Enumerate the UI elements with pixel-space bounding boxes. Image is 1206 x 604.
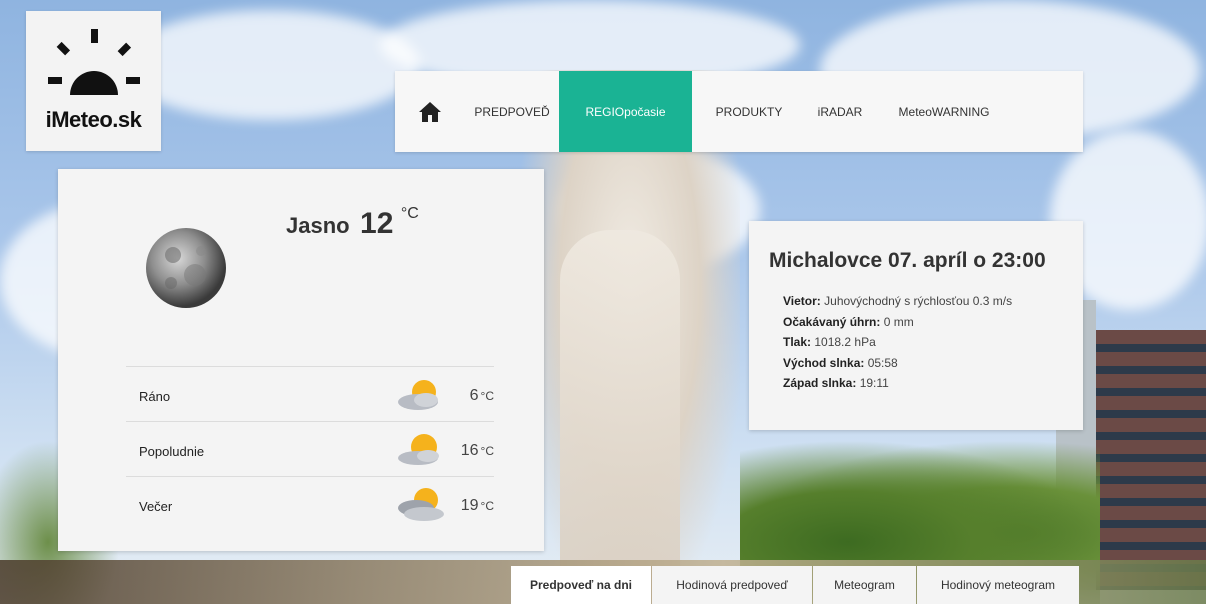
period-row-afternoon: Popoludnie 16 °C xyxy=(126,421,494,476)
period-temp-unit: °C xyxy=(480,389,494,403)
current-temp-unit: °C xyxy=(400,205,419,222)
period-temp-unit: °C xyxy=(480,499,494,513)
period-row-morning: Ráno 6 °C xyxy=(126,366,494,421)
period-temp: 6 xyxy=(469,387,479,404)
moon-icon xyxy=(146,228,226,308)
nav-predpoved[interactable]: PREDPOVEĎ xyxy=(465,71,559,152)
tab-hodinova-predpoved[interactable]: Hodinová predpoveď xyxy=(652,566,812,604)
site-logo[interactable]: iMeteo.sk xyxy=(26,11,161,151)
period-temp-wrap: 16 °C xyxy=(461,442,494,460)
period-temp-unit: °C xyxy=(480,444,494,458)
info-details: Vietor: Juhovýchodný s rýchlosťou 0.3 m/… xyxy=(783,291,1012,394)
rain-label: Očakávaný úhrn: xyxy=(783,314,881,329)
logo-text: iMeteo.sk xyxy=(45,107,142,132)
tab-predpoved-na-dni[interactable]: Predpoveď na dni xyxy=(511,566,651,604)
wind-value: Juhovýchodný s rýchlosťou 0.3 m/s xyxy=(824,294,1013,308)
nav-produkty[interactable]: PRODUKTY xyxy=(692,71,806,152)
period-temp: 16 xyxy=(460,442,479,459)
tab-hodinovy-meteogram[interactable]: Hodinový meteogram xyxy=(917,566,1079,604)
period-list: Ráno 6 °C Popoludnie 16 °C Večer 19 °C xyxy=(126,366,494,531)
sunset-label: Západ slnka: xyxy=(783,376,857,390)
sunrise-label: Východ slnka: xyxy=(783,355,865,370)
period-row-evening: Večer 19 °C xyxy=(126,476,494,531)
period-temp-wrap: 19 °C xyxy=(461,497,494,515)
sun-logo-icon xyxy=(48,29,140,95)
location-title: Michalovce 07. apríl o 23:00 xyxy=(769,249,1046,272)
location-info-card: Michalovce 07. apríl o 23:00 Vietor: Juh… xyxy=(749,221,1083,430)
tab-meteogram[interactable]: Meteogram xyxy=(813,566,916,604)
period-temp: 19 xyxy=(460,497,479,514)
pressure-line: Tlak: 1018.2 hPa xyxy=(783,332,1012,353)
nav-meteowarning[interactable]: MeteoWARNING xyxy=(874,71,1014,152)
current-temp: 12 xyxy=(360,207,394,240)
forecast-tabs: Predpoveď na dni Hodinová predpoveď Mete… xyxy=(511,566,1079,604)
wind-line: Vietor: Juhovýchodný s rýchlosťou 0.3 m/… xyxy=(783,291,1012,312)
home-icon xyxy=(419,101,441,122)
period-label: Ráno xyxy=(139,389,171,404)
home-button[interactable] xyxy=(395,71,465,152)
condition-text: Jasno xyxy=(286,213,350,238)
sunrise-line: Východ slnka: 05:58 xyxy=(783,353,1012,374)
pressure-value: 1018.2 hPa xyxy=(814,335,876,349)
sunset-value: 19:11 xyxy=(859,376,889,390)
nav-regiopocasie[interactable]: REGIOpočasie xyxy=(559,71,692,152)
period-temp-wrap: 6 °C xyxy=(470,387,494,405)
nav-iradar[interactable]: iRADAR xyxy=(806,71,874,152)
current-weather-card: Jasno 12 °C Ráno 6 °C Popoludnie 16 °C Več… xyxy=(58,169,544,551)
wind-label: Vietor: xyxy=(783,294,821,308)
sunset-line: Západ slnka: 19:11 xyxy=(783,373,1012,394)
sunrise-value: 05:58 xyxy=(867,355,898,370)
partly-cloudy-icon xyxy=(398,380,438,410)
period-label: Popoludnie xyxy=(139,444,205,459)
rain-value: 0 mm xyxy=(883,314,914,329)
rain-line: Očakávaný úhrn: 0 mm xyxy=(783,312,1012,333)
current-condition: Jasno 12 °C xyxy=(286,205,419,241)
main-nav: PREDPOVEĎ REGIOpočasie PRODUKTY iRADAR M… xyxy=(395,71,1083,152)
partly-cloudy-icon xyxy=(398,434,439,465)
pressure-label: Tlak: xyxy=(783,335,812,349)
cloudy-sun-icon xyxy=(398,488,444,521)
period-label: Večer xyxy=(139,499,173,514)
